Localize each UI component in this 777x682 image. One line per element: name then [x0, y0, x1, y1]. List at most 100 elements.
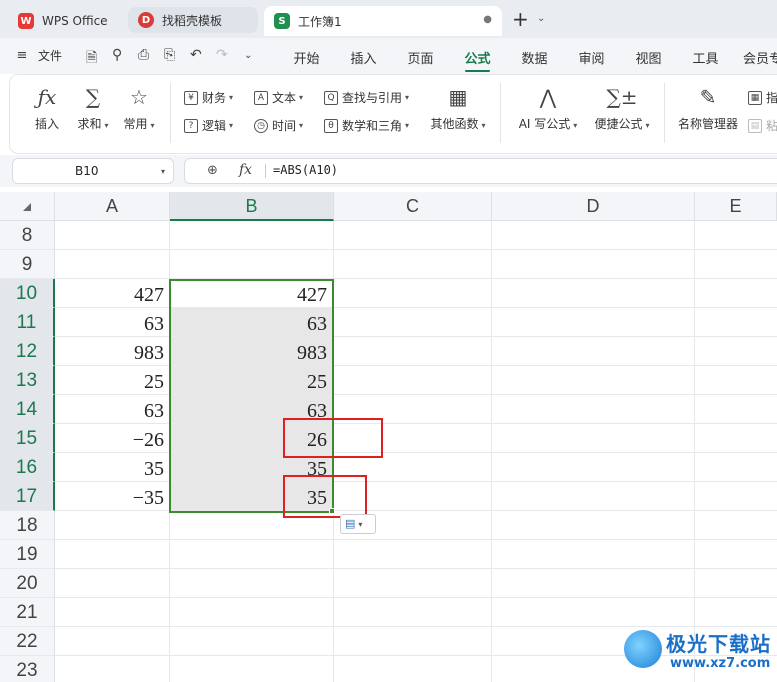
ribbon: ƒx 插入 ∑ 求和 ▾ ☆ 常用 ▾ ¥ 财务 ▾ A 文本 ▾ Q 查找与引用 ▾ ? 逻辑 ▾…: [10, 75, 777, 153]
gridline: [55, 597, 777, 598]
lookup-button[interactable]: Q 查找与引用 ▾: [324, 89, 409, 106]
paste-name-button[interactable]: ▤ 粘: [748, 117, 777, 134]
docer-logo-icon: D: [138, 12, 154, 28]
other-functions-button[interactable]: ▦ 其他函数 ▾: [426, 83, 490, 132]
tab-template[interactable]: D 找稻壳模板: [128, 7, 258, 33]
new-tab-button[interactable]: +: [512, 9, 529, 29]
gridline: [55, 626, 777, 627]
time-button[interactable]: ◷ 时间 ▾: [254, 117, 303, 134]
watermark-title: 极光下载站: [666, 632, 771, 656]
chevron-down-icon[interactable]: ⌄: [244, 50, 252, 61]
row-header[interactable]: 16: [0, 453, 55, 482]
name-manager-button[interactable]: ✎ 名称管理器: [676, 83, 740, 132]
cell-a14[interactable]: 63: [55, 396, 169, 425]
cell-a13[interactable]: 25: [55, 367, 169, 396]
gridline: [55, 568, 777, 569]
column-header-b[interactable]: B: [170, 192, 334, 221]
insert-function-button[interactable]: ƒx 插入: [24, 83, 70, 132]
tab-insert[interactable]: 插入: [335, 48, 392, 67]
tab-view[interactable]: 视图: [620, 48, 677, 67]
tab-workbook[interactable]: S 工作簿1 ●: [264, 6, 502, 36]
calendar-grid-icon: ▦: [448, 85, 468, 109]
fx-icon[interactable]: fx: [239, 162, 252, 178]
math-icon: θ: [324, 118, 338, 133]
hamburger-icon: ≡: [16, 47, 28, 63]
file-menu[interactable]: ≡ 文件: [14, 47, 62, 64]
finance-button[interactable]: ¥ 财务 ▾: [184, 89, 233, 106]
spreadsheet-grid[interactable]: A B C D E 8 9 10 11 12 13 14 15 16 17 18…: [0, 192, 777, 682]
paste-options-button[interactable]: ▤ ▾: [340, 514, 376, 534]
row-header[interactable]: 14: [0, 395, 55, 424]
tab-wps-office[interactable]: W WPS Office: [8, 6, 124, 36]
zoom-icon[interactable]: ⊕: [207, 163, 218, 178]
gridline: [55, 278, 777, 279]
tab-data[interactable]: 数据: [506, 48, 563, 67]
row-header[interactable]: 19: [0, 540, 55, 569]
row-header[interactable]: 12: [0, 337, 55, 366]
row-header[interactable]: 11: [0, 308, 55, 337]
formula-input[interactable]: ⊕ fx =ABS(A10): [184, 158, 777, 184]
row-header[interactable]: 23: [0, 656, 55, 682]
common-functions-button[interactable]: ☆ 常用 ▾: [116, 83, 162, 132]
row-header[interactable]: 15: [0, 424, 55, 453]
tab-start[interactable]: 开始: [278, 48, 335, 67]
column-header-c[interactable]: C: [334, 192, 492, 221]
column-header-a[interactable]: A: [55, 192, 170, 221]
print-preview-icon[interactable]: ⎘: [164, 47, 175, 63]
save-icon[interactable]: 🗎: [86, 47, 97, 71]
print-icon[interactable]: ⎙: [138, 47, 149, 63]
tab-tools[interactable]: 工具: [677, 48, 734, 67]
cell-a16[interactable]: 35: [55, 454, 169, 483]
sigma-icon: ∑: [85, 85, 101, 109]
unsaved-dot-icon[interactable]: ●: [483, 14, 492, 25]
row-header[interactable]: 8: [0, 221, 55, 250]
gridline: [55, 539, 777, 540]
logic-button[interactable]: ? 逻辑 ▾: [184, 117, 233, 134]
clock-icon: ◷: [254, 118, 268, 133]
specify-button[interactable]: ▦ 指: [748, 89, 777, 106]
cell-a10[interactable]: 427: [55, 280, 169, 309]
tab-page[interactable]: 页面: [392, 48, 449, 67]
autosum-button[interactable]: ∑ 求和 ▾: [70, 83, 116, 132]
column-header-d[interactable]: D: [492, 192, 695, 221]
watermark: 极光下载站 www.xz7.com: [624, 628, 772, 678]
row-header[interactable]: 17: [0, 482, 55, 511]
text-button[interactable]: A 文本 ▾: [254, 89, 303, 106]
chevron-down-icon[interactable]: ⌄: [537, 13, 545, 24]
file-label: 文件: [38, 49, 63, 63]
cell-a12[interactable]: 983: [55, 338, 169, 367]
star-icon: ☆: [130, 85, 148, 109]
wps-logo-icon: W: [18, 13, 34, 29]
ai-formula-button[interactable]: ⋀ AI 写公式 ▾: [516, 83, 580, 132]
row-header[interactable]: 20: [0, 569, 55, 598]
row-header[interactable]: 10: [0, 279, 55, 308]
cell-a11[interactable]: 63: [55, 309, 169, 338]
ribbon-separator: [664, 83, 665, 143]
cell-a17[interactable]: −35: [55, 483, 169, 512]
tab-label: 工作簿1: [298, 14, 342, 29]
gridline: [55, 249, 777, 250]
undo-icon[interactable]: ↶: [190, 47, 202, 63]
watermark-url: www.xz7.com: [670, 656, 771, 671]
share-icon[interactable]: ⚲: [112, 47, 122, 63]
row-header[interactable]: 13: [0, 366, 55, 395]
name-box[interactable]: B10 ▾: [12, 158, 174, 184]
cell-a15[interactable]: −26: [55, 425, 169, 454]
row-header[interactable]: 18: [0, 511, 55, 540]
tab-review[interactable]: 审阅: [563, 48, 620, 67]
lookup-icon: Q: [324, 90, 338, 105]
tab-member[interactable]: 会员专: [734, 48, 777, 67]
row-header[interactable]: 22: [0, 627, 55, 656]
tab-formula[interactable]: 公式: [449, 48, 506, 72]
name-manager-icon: ✎: [699, 85, 717, 109]
quick-formula-button[interactable]: ∑± 便捷公式 ▾: [590, 83, 654, 132]
divider: [265, 164, 266, 178]
math-button[interactable]: θ 数学和三角 ▾: [324, 117, 409, 134]
column-header-e[interactable]: E: [695, 192, 777, 221]
select-all-corner[interactable]: [0, 192, 55, 221]
redo-icon[interactable]: ↷: [216, 47, 228, 63]
row-header[interactable]: 9: [0, 250, 55, 279]
chevron-down-icon[interactable]: ▾: [161, 167, 165, 176]
row-header[interactable]: 21: [0, 598, 55, 627]
ai-formula-icon: ⋀: [539, 85, 557, 109]
